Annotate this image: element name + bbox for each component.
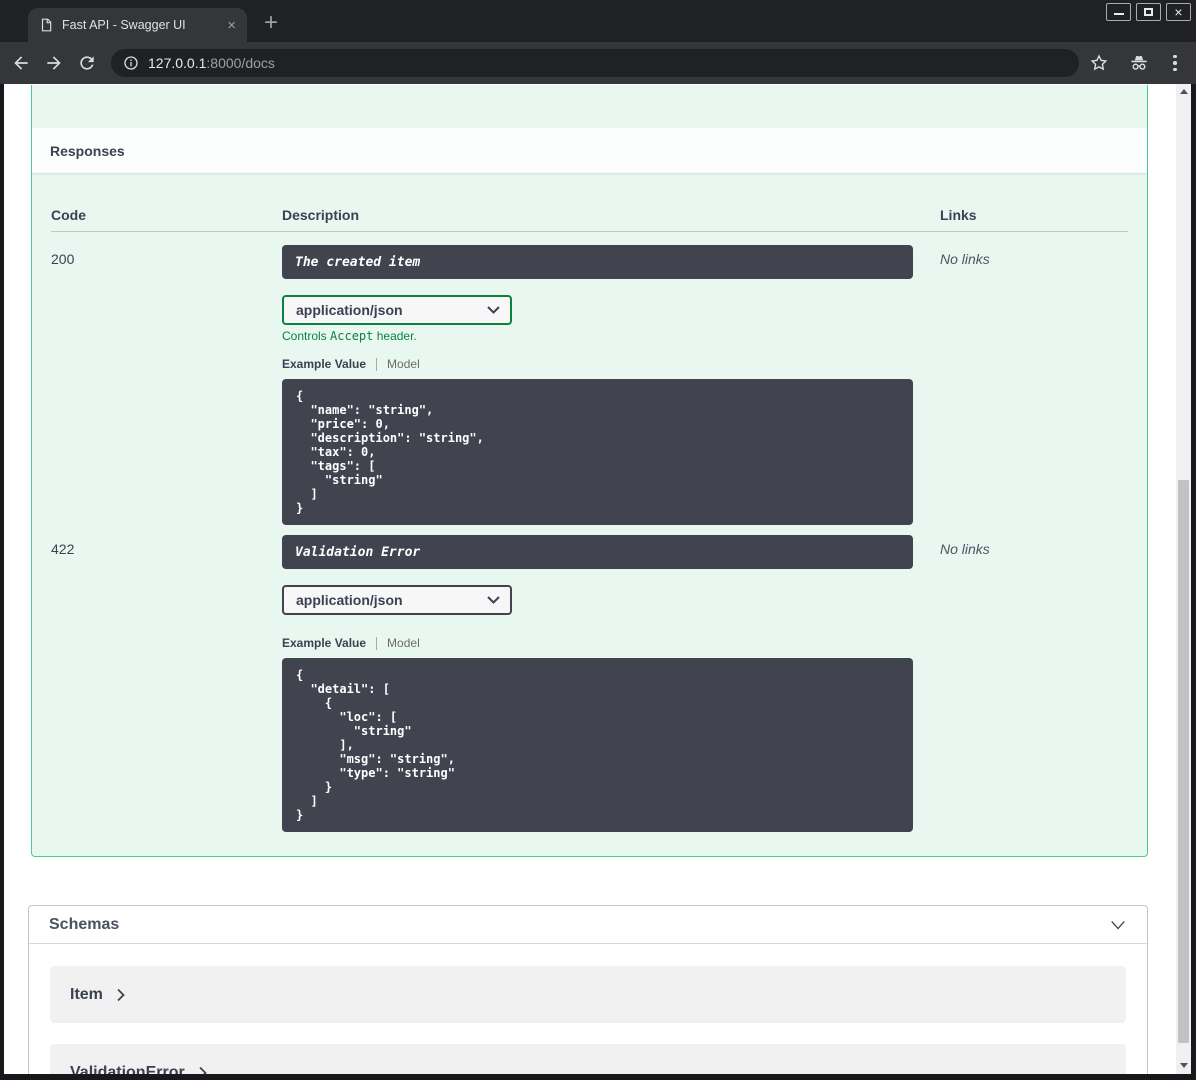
response-code: 422 (51, 541, 75, 557)
browser-tab[interactable]: Fast API - Swagger UI × (28, 8, 247, 42)
forward-button[interactable] (42, 51, 66, 75)
new-tab-button[interactable]: + (258, 11, 284, 37)
col-header-links: Links (940, 207, 977, 223)
response-description-cell: Validation Error application/json Exampl… (282, 535, 940, 832)
schemas-title: Schemas (49, 915, 120, 933)
url-host: 127.0.0.1 (148, 55, 207, 71)
back-button[interactable] (9, 51, 33, 75)
url-path: :8000/docs (206, 55, 275, 71)
col-header-code: Code (51, 207, 86, 223)
model-validationerror[interactable]: ValidationError (50, 1044, 1126, 1074)
chevron-right-icon (198, 1066, 208, 1074)
page-favicon-icon (41, 18, 52, 32)
url-text: 127.0.0.1:8000/docs (148, 55, 275, 71)
example-json-422: { "detail": [ { "loc": [ "string" ], "ms… (282, 658, 913, 832)
responses-section-header: Responses (32, 128, 1147, 173)
tab-model[interactable]: Model (387, 357, 420, 371)
chevron-down-icon[interactable] (1109, 916, 1127, 934)
responses-title: Responses (50, 142, 125, 159)
schemas-header[interactable]: Schemas (29, 906, 1147, 944)
maximize-icon (1144, 8, 1153, 16)
example-json-200: { "name": "string", "price": 0, "descrip… (282, 379, 913, 525)
profile-incognito-badge[interactable] (1127, 51, 1151, 75)
response-links: No links (940, 251, 990, 267)
tab-title: Fast API - Swagger UI (62, 18, 186, 32)
window-minimize-button[interactable] (1106, 3, 1131, 21)
close-icon: × (1174, 4, 1183, 20)
browser-titlebar: Fast API - Swagger UI × + × (0, 0, 1196, 42)
menu-dot-icon (1173, 54, 1177, 59)
response-code: 200 (51, 251, 75, 267)
response-row-200: 200 The created item application/json Co… (51, 232, 1128, 525)
tab-close-icon[interactable]: × (224, 18, 239, 33)
tab-example-value[interactable]: Example Value (282, 357, 366, 371)
chevron-down-icon (487, 306, 500, 314)
minimize-icon (1113, 13, 1124, 15)
tab-separator (376, 357, 378, 371)
model-item[interactable]: Item (50, 966, 1126, 1023)
forward-icon (47, 56, 61, 70)
incognito-icon (1131, 55, 1147, 70)
media-type-select[interactable]: application/json (282, 585, 512, 615)
scrollbar-thumb[interactable] (1178, 480, 1189, 1043)
example-model-tabs: Example Value Model (282, 355, 940, 373)
responses-table: Code Description Links 200 The created i… (32, 173, 1147, 832)
browser-menu-button[interactable] (1163, 51, 1187, 75)
response-description: The created item (282, 245, 913, 279)
tab-example-value[interactable]: Example Value (282, 636, 366, 650)
responses-panel: Responses Code Description Links 200 The… (31, 85, 1148, 857)
responses-table-header: Code Description Links (51, 173, 1128, 232)
controls-accept-note: Controls Accept header. (282, 329, 417, 343)
schemas-panel: Schemas Item ValidationError (28, 905, 1148, 1074)
back-icon (14, 56, 28, 70)
media-type-select[interactable]: application/json (282, 295, 512, 325)
window-controls: × (1101, 3, 1191, 21)
swagger-page: Responses Code Description Links 200 The… (4, 84, 1176, 1074)
scroll-up-button[interactable] (1176, 84, 1191, 98)
bookmark-button[interactable] (1087, 51, 1111, 75)
browser-toolbar: 127.0.0.1:8000/docs (0, 42, 1196, 84)
window-maximize-button[interactable] (1136, 3, 1161, 21)
schemas-body: Item ValidationError (29, 944, 1147, 1074)
reload-button[interactable] (75, 51, 99, 75)
scroll-up-icon (1179, 88, 1188, 94)
opblock-spacer (32, 85, 1147, 128)
tab-model[interactable]: Model (387, 636, 420, 650)
address-bar[interactable]: 127.0.0.1:8000/docs (111, 49, 1079, 77)
response-description-cell: The created item application/json Contro… (282, 245, 940, 525)
site-info-icon[interactable] (123, 55, 139, 71)
chevron-down-icon (487, 596, 500, 604)
chevron-right-icon (116, 988, 126, 1002)
page-scrollbar[interactable] (1176, 84, 1191, 1074)
window-close-button[interactable]: × (1166, 3, 1191, 21)
response-links: No links (940, 541, 990, 557)
menu-dot-icon (1173, 67, 1177, 72)
menu-dot-icon (1173, 61, 1177, 65)
star-icon (1090, 54, 1108, 71)
col-header-description: Description (282, 207, 360, 223)
tab-separator (376, 636, 378, 650)
scroll-down-button[interactable] (1176, 1058, 1191, 1072)
response-description: Validation Error (282, 535, 913, 569)
scroll-down-icon (1179, 1062, 1188, 1068)
reload-icon (80, 56, 94, 70)
response-row-422: 422 Validation Error application/json Ex… (51, 525, 1128, 832)
example-model-tabs: Example Value Model (282, 634, 940, 652)
